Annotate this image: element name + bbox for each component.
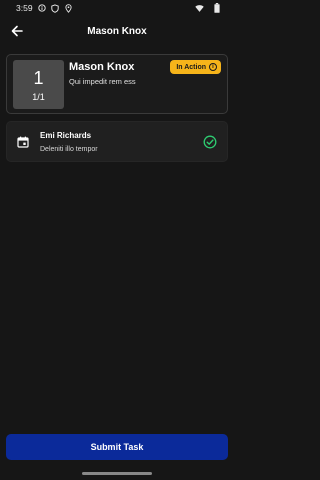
check-circle-icon: [203, 135, 217, 149]
info-icon: [38, 4, 47, 13]
status-time: 3:59: [16, 3, 33, 13]
battery-icon: [212, 3, 221, 13]
location-icon: [64, 3, 73, 13]
assignee-card[interactable]: Emi Richards Deleniti illo tempor: [6, 121, 228, 162]
calendar-icon: [17, 136, 29, 148]
task-description: Qui impedit rem ess: [69, 77, 136, 86]
assignee-name: Emi Richards: [40, 131, 92, 140]
task-name: Mason Knox: [69, 61, 135, 73]
task-card[interactable]: 1 1/1 Mason Knox Qui impedit rem ess In …: [6, 54, 228, 114]
gesture-nav-handle[interactable]: [82, 472, 152, 475]
status-badge-label: In Action: [176, 63, 206, 71]
arrow-left-icon: [11, 25, 23, 37]
status-bar: 3:59: [0, 0, 234, 16]
status-badge[interactable]: In Action i: [170, 60, 221, 74]
app-bar: Mason Knox: [0, 16, 234, 46]
status-right-group: [195, 3, 225, 13]
counter-fraction: 1/1: [32, 91, 45, 102]
task-counter: 1 1/1: [13, 60, 64, 109]
page-title: Mason Knox: [87, 25, 147, 37]
back-button[interactable]: [8, 22, 26, 40]
counter-number: 1: [33, 67, 44, 88]
info-icon: i: [209, 63, 217, 71]
assignee-description: Deleniti illo tempor: [40, 146, 98, 153]
shield-icon: [51, 3, 60, 13]
submit-task-button[interactable]: Submit Task: [6, 434, 228, 460]
wifi-icon: [195, 4, 204, 13]
